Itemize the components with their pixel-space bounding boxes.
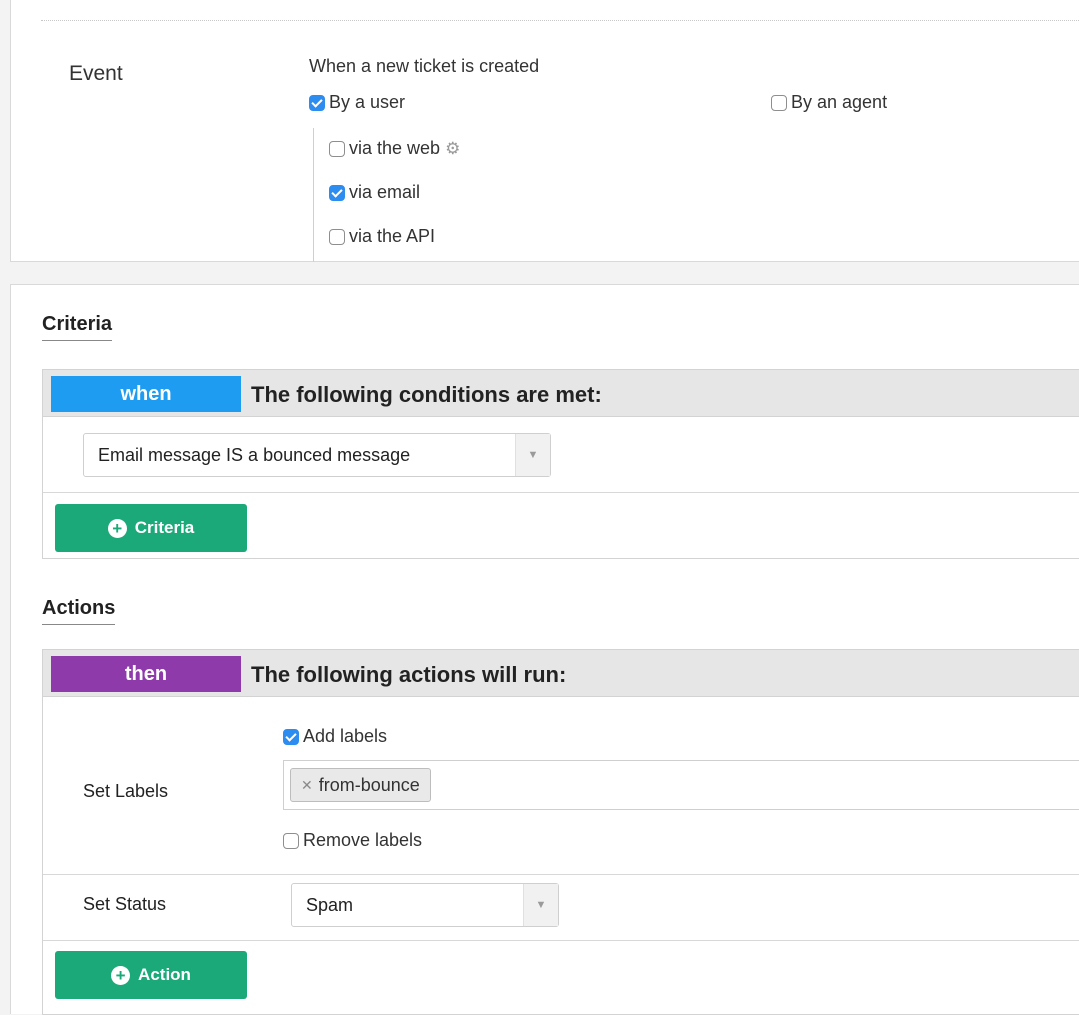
via-web-checkbox[interactable]: via the web ⚙ [329, 138, 460, 159]
via-web-label: via the web [349, 138, 441, 158]
add-labels-checkbox[interactable]: Add labels [283, 726, 387, 747]
checkbox-icon[interactable] [309, 94, 325, 111]
status-select[interactable]: Spam ▼ [291, 883, 559, 927]
dropdown-arrow-icon[interactable]: ▼ [523, 884, 558, 926]
actions-header-text: The following actions will run: [251, 662, 567, 687]
via-email-checkbox[interactable]: via email [329, 182, 420, 203]
actions-header: then The following actions will run: [43, 650, 1079, 697]
criteria-header: when The following conditions are met: [43, 370, 1079, 417]
via-api-checkbox[interactable]: via the API [329, 226, 435, 247]
rules-panel: Criteria when The following conditions a… [10, 284, 1079, 1015]
status-value: Spam [306, 894, 354, 915]
remove-labels-label: Remove labels [303, 830, 423, 850]
gear-icon[interactable]: ⚙ [445, 139, 460, 159]
actions-box: then The following actions will run: Set… [42, 649, 1079, 1015]
event-panel: Event When a new ticket is created By a … [10, 0, 1079, 262]
actions-section-title: Actions [42, 597, 116, 625]
remove-tag-icon[interactable]: ✕ [301, 777, 313, 794]
add-action-label: Action [138, 965, 191, 984]
event-label: Event [69, 62, 123, 85]
checkbox-icon[interactable] [329, 140, 345, 157]
remove-labels-checkbox[interactable]: Remove labels [283, 830, 422, 851]
checkbox-icon[interactable] [283, 728, 299, 745]
set-status-label: Set Status [83, 894, 167, 914]
via-indent-line [313, 128, 314, 262]
via-api-label: via the API [349, 226, 436, 246]
when-pill: when [51, 376, 241, 412]
add-criteria-button[interactable]: + Criteria [55, 504, 247, 552]
criteria-box: when The following conditions are met: E… [42, 369, 1079, 559]
then-pill: then [51, 656, 241, 692]
labels-input[interactable]: ✕ from-bounce [283, 760, 1079, 810]
divider [43, 492, 1079, 493]
dropdown-arrow-icon[interactable]: ▼ [515, 434, 550, 476]
set-labels-label: Set Labels [83, 781, 169, 801]
by-user-checkbox[interactable]: By a user [309, 92, 405, 113]
checkbox-icon[interactable] [329, 228, 345, 245]
label-tag: ✕ from-bounce [290, 768, 431, 802]
plus-circle-icon: + [111, 965, 131, 985]
plus-circle-icon: + [107, 518, 127, 538]
by-user-label: By a user [329, 92, 406, 112]
divider [41, 20, 1079, 21]
tag-text: from-bounce [318, 774, 420, 795]
add-labels-label: Add labels [303, 726, 388, 746]
by-agent-checkbox[interactable]: By an agent [771, 92, 887, 113]
add-criteria-label: Criteria [134, 518, 195, 537]
checkbox-icon[interactable] [771, 94, 787, 111]
criteria-header-text: The following conditions are met: [251, 382, 602, 407]
checkbox-icon[interactable] [283, 832, 299, 849]
checkbox-icon[interactable] [329, 184, 345, 201]
add-action-button[interactable]: + Action [55, 951, 247, 999]
criteria-section-title: Criteria [42, 313, 113, 341]
by-agent-label: By an agent [791, 92, 888, 112]
event-title: When a new ticket is created [309, 56, 540, 76]
via-email-label: via email [349, 182, 421, 202]
divider [43, 940, 1079, 941]
condition-select[interactable]: Email message IS a bounced message ▼ [83, 433, 551, 477]
condition-value: Email message IS a bounced message [98, 444, 411, 465]
divider [43, 874, 1079, 875]
